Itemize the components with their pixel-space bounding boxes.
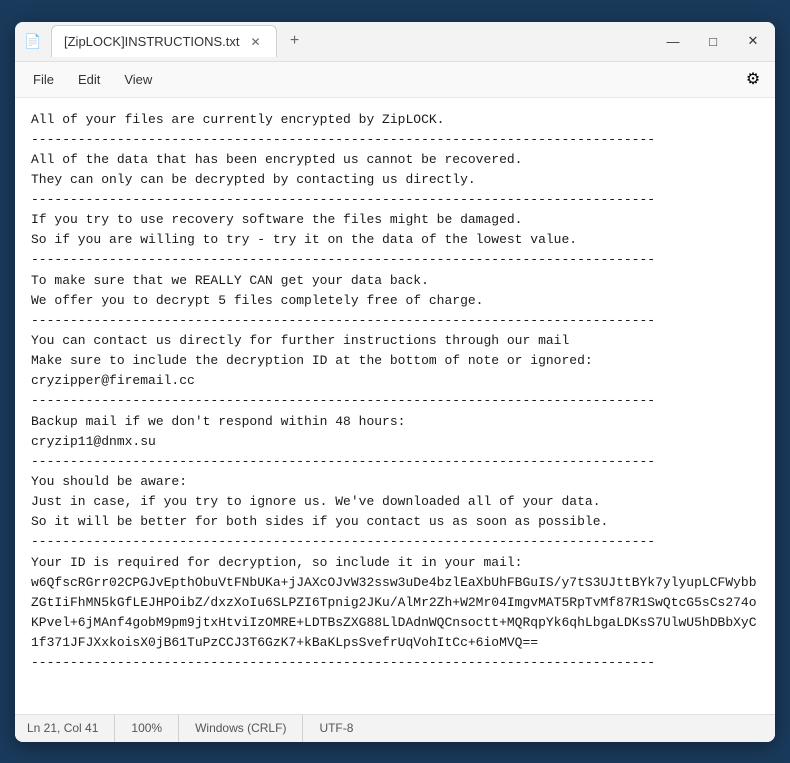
minimize-button[interactable]: — — [659, 27, 687, 55]
active-tab[interactable]: [ZipLOCK]INSTRUCTIONS.txt ✕ — [51, 25, 277, 57]
close-button[interactable]: ✕ — [739, 27, 767, 55]
file-content: All of your files are currently encrypte… — [31, 110, 759, 674]
tab-close-button[interactable]: ✕ — [248, 34, 264, 50]
menu-file[interactable]: File — [23, 68, 64, 91]
menu-edit[interactable]: Edit — [68, 68, 110, 91]
notepad-window: 📄 [ZipLOCK]INSTRUCTIONS.txt ✕ + — □ ✕ Fi… — [15, 22, 775, 742]
zoom-level: 100% — [115, 715, 179, 742]
encoding: UTF-8 — [303, 715, 369, 742]
tab-label: [ZipLOCK]INSTRUCTIONS.txt — [64, 34, 240, 49]
new-tab-button[interactable]: + — [281, 27, 309, 55]
app-icon: 📄 — [23, 31, 43, 51]
status-bar: Ln 21, Col 41 100% Windows (CRLF) UTF-8 — [15, 714, 775, 742]
settings-icon[interactable]: ⚙ — [739, 65, 767, 93]
window-controls: — □ ✕ — [659, 27, 767, 55]
text-content-area[interactable]: All of your files are currently encrypte… — [15, 98, 775, 714]
maximize-button[interactable]: □ — [699, 27, 727, 55]
cursor-position: Ln 21, Col 41 — [27, 715, 115, 742]
menu-view[interactable]: View — [114, 68, 162, 91]
title-bar: 📄 [ZipLOCK]INSTRUCTIONS.txt ✕ + — □ ✕ — [15, 22, 775, 62]
menu-bar: File Edit View ⚙ — [15, 62, 775, 98]
line-ending: Windows (CRLF) — [179, 715, 303, 742]
